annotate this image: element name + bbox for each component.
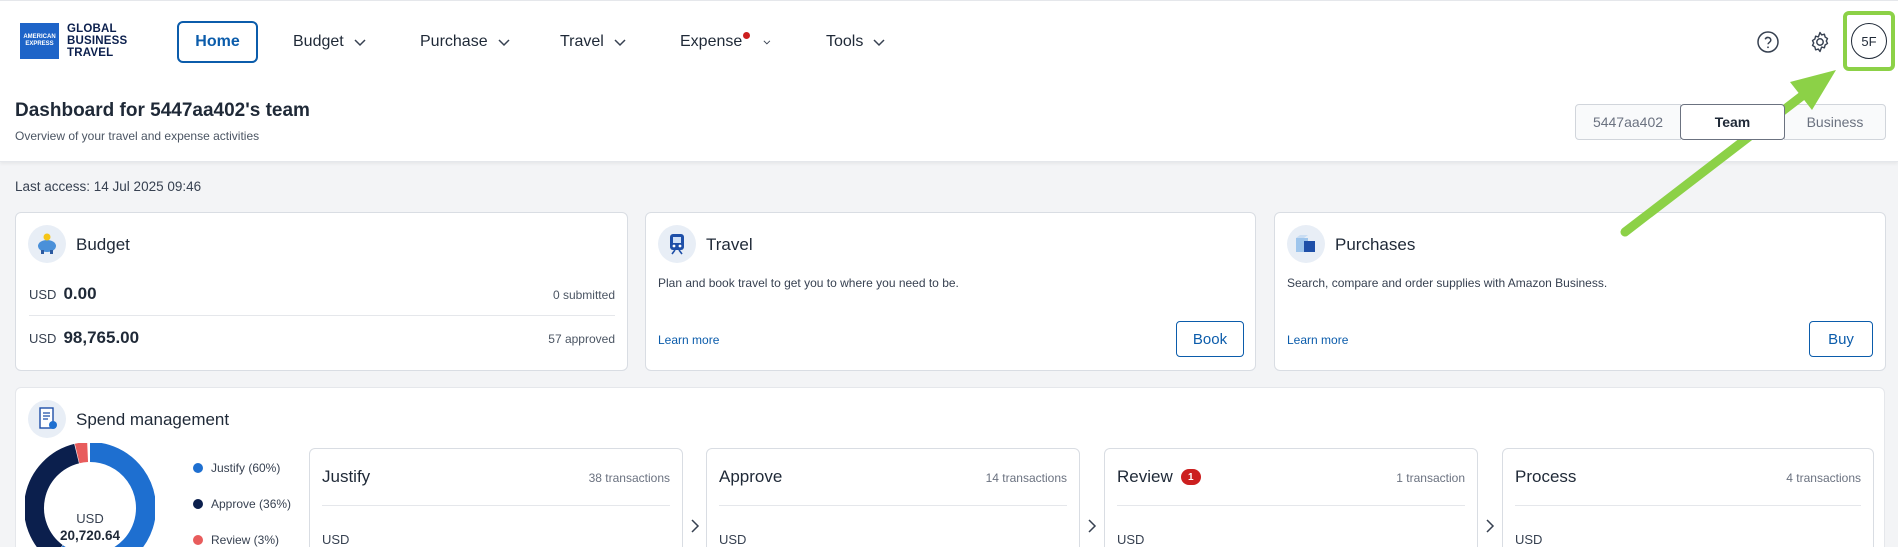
brand-logo[interactable]: AMERICAN EXPRESS GLOBAL BUSINESS TRAVEL [20, 23, 127, 59]
buy-button[interactable]: Buy [1809, 321, 1873, 357]
budget-submitted-row: USD 0.00 0 submitted [29, 284, 615, 303]
notification-dot [743, 32, 750, 39]
legend-justify: Justify (60%) [193, 461, 280, 475]
divider [1515, 505, 1861, 506]
segment-user[interactable]: 5447aa402 [1575, 104, 1681, 140]
donut-currency: USD [76, 511, 104, 526]
donut-slice-2 [74, 443, 89, 464]
nav-travel[interactable]: Travel [560, 21, 628, 63]
stage-justify[interactable]: Justify 38 transactions USD [309, 448, 683, 547]
spend-management-panel: Spend management USD 20,720.64 Justify (… [15, 387, 1885, 547]
review-count-badge: 1 [1180, 469, 1201, 485]
legend-approve: Approve (36%) [193, 497, 291, 511]
purchases-card: Purchases Search, compare and order supp… [1274, 212, 1886, 371]
train-icon [658, 225, 696, 263]
piggy-bank-icon [28, 225, 66, 263]
nav-tools[interactable]: Tools [826, 21, 887, 63]
stage-process[interactable]: Process 4 transactions USD [1502, 448, 1874, 547]
purchases-description: Search, compare and order supplies with … [1287, 276, 1608, 290]
shopping-box-icon [1287, 225, 1325, 263]
chevron-down-icon [873, 39, 885, 47]
legend-review: Review (3%) [193, 533, 279, 547]
chevron-down-icon [354, 39, 366, 47]
nav-budget[interactable]: Budget [293, 21, 368, 63]
stage-approve[interactable]: Approve 14 transactions USD [706, 448, 1080, 547]
avatar-highlight: 5F [1843, 11, 1895, 71]
page-subtitle: Overview of your travel and expense acti… [15, 129, 260, 143]
spend-title: Spend management [76, 410, 230, 429]
book-button[interactable]: Book [1176, 321, 1244, 357]
divider [1117, 505, 1465, 506]
budget-card: Budget USD 0.00 0 submitted USD 98,765.0… [15, 212, 628, 371]
chevron-down-icon [498, 39, 510, 47]
divider [322, 505, 670, 506]
brand-name: GLOBAL BUSINESS TRAVEL [67, 23, 128, 59]
nav-home[interactable]: Home [177, 21, 258, 63]
budget-approved-row: USD 98,765.00 57 approved [29, 328, 615, 347]
help-circle-icon[interactable] [1756, 30, 1780, 54]
travel-card: Travel Plan and book travel to get you t… [645, 212, 1256, 371]
divider [29, 315, 615, 316]
top-navigation: AMERICAN EXPRESS GLOBAL BUSINESS TRAVEL … [0, 0, 1898, 82]
segment-team[interactable]: Team [1680, 104, 1785, 140]
chevron-right-icon [1486, 519, 1495, 533]
travel-description: Plan and book travel to get you to where… [658, 276, 959, 290]
chevron-right-icon [1088, 519, 1097, 533]
purchases-title: Purchases [1335, 235, 1416, 254]
legend-swatch [193, 535, 203, 545]
stage-review[interactable]: Review 1 1 transaction USD [1104, 448, 1478, 547]
purchases-learn-more-link[interactable]: Learn more [1287, 333, 1348, 347]
nav-purchase[interactable]: Purchase [420, 21, 512, 63]
last-access: Last access: 14 Jul 2025 09:46 [15, 179, 202, 194]
user-avatar[interactable]: 5F [1851, 23, 1887, 59]
divider [719, 505, 1067, 506]
legend-swatch [193, 499, 203, 509]
amex-logo-box: AMERICAN EXPRESS [20, 23, 59, 59]
segment-business[interactable]: Business [1784, 104, 1886, 140]
dashboard-header: Dashboard for 5447aa402's team Overview … [0, 82, 1898, 162]
gear-icon[interactable] [1808, 30, 1832, 54]
chevron-down-icon [763, 40, 771, 45]
travel-learn-more-link[interactable]: Learn more [658, 333, 719, 347]
nav-expense[interactable]: Expense [680, 21, 772, 63]
budget-title: Budget [76, 235, 130, 254]
legend-swatch [193, 463, 203, 473]
travel-title: Travel [706, 235, 753, 254]
chevron-right-icon [691, 519, 700, 533]
donut-total: 20,720.64 [59, 528, 121, 543]
receipt-icon [28, 400, 66, 438]
page-title: Dashboard for 5447aa402's team [15, 100, 310, 121]
chevron-down-icon [614, 39, 626, 47]
